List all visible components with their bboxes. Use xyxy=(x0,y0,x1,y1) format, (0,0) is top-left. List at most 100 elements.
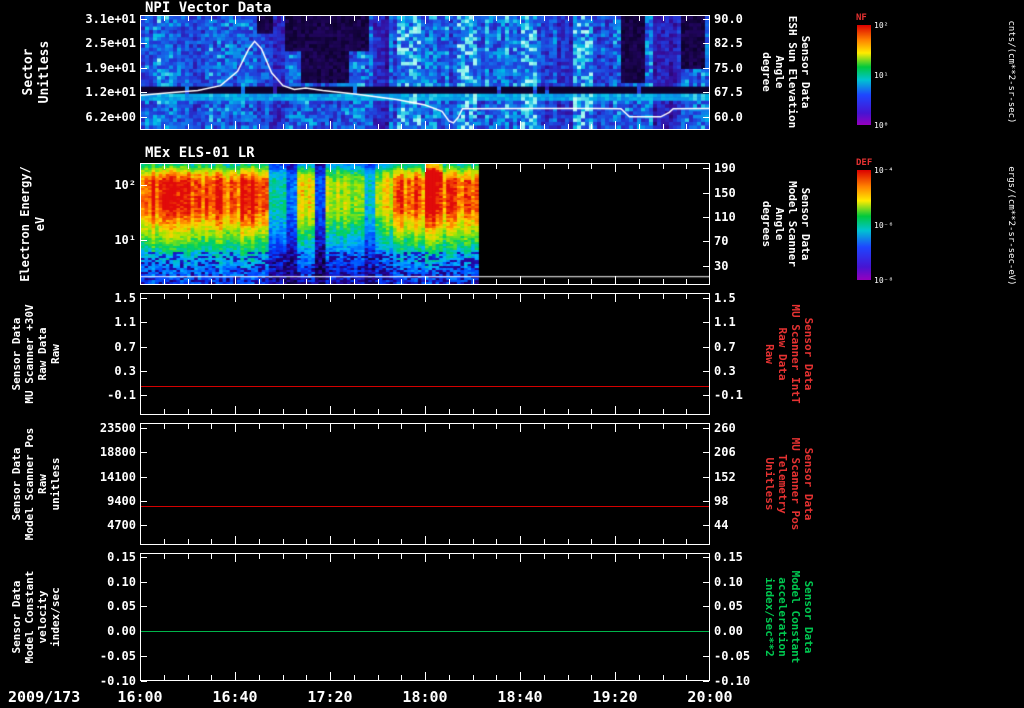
x-tick-mark xyxy=(283,279,284,284)
plot-area-scanner-pos xyxy=(140,423,710,545)
x-tick-mark xyxy=(615,424,616,432)
x-tick-mark xyxy=(615,276,616,284)
x-tick-mark xyxy=(378,164,379,169)
x-tick-mark xyxy=(496,294,497,299)
x-tick-mark xyxy=(188,409,189,414)
y-tick-mark xyxy=(703,117,709,118)
y-tick-label: 75.0 xyxy=(714,61,743,75)
x-tick-mark xyxy=(425,294,426,302)
x-tick-mark xyxy=(188,675,189,680)
x-tick-mark xyxy=(639,164,640,169)
y-tick-label: 10¹ xyxy=(114,233,136,247)
x-tick-mark xyxy=(686,424,687,429)
y-tick-mark xyxy=(703,452,709,453)
data-line xyxy=(141,386,709,387)
colorbar-tick-label: 10⁻⁸ xyxy=(874,276,894,285)
x-tick-mark xyxy=(164,164,165,169)
x-tick-mark xyxy=(639,294,640,299)
x-tick-mark xyxy=(306,16,307,21)
colorbar-tick-label: 10² xyxy=(874,21,889,30)
colorbar-title-def: DEF xyxy=(856,158,873,168)
x-tick-mark xyxy=(306,409,307,414)
y-tick-label: 3.1e+01 xyxy=(85,12,136,26)
panel-title-els: MEx ELS-01 LR xyxy=(145,145,255,161)
y-tick-label: 0.7 xyxy=(114,340,136,354)
y-tick-mark xyxy=(703,501,709,502)
x-tick-mark xyxy=(449,409,450,414)
x-tick-mark xyxy=(306,294,307,299)
x-tick-mark xyxy=(211,294,212,299)
y-tick-mark xyxy=(703,68,709,69)
x-tick-mark xyxy=(449,124,450,129)
x-tick-mark xyxy=(235,164,236,172)
x-tick-mark xyxy=(378,294,379,299)
x-tick-mark xyxy=(544,675,545,680)
y-tick-label: -0.05 xyxy=(99,649,136,663)
x-tick-mark xyxy=(544,294,545,299)
x-tick-mark xyxy=(330,554,331,562)
x-tick-mark xyxy=(188,554,189,559)
plot-area-mu-scanner-30v xyxy=(140,293,710,415)
y-tick-label: 0.7 xyxy=(714,340,736,354)
x-tick-mark xyxy=(496,424,497,429)
x-tick-mark xyxy=(591,424,592,429)
y-tick-mark xyxy=(141,477,147,478)
x-tick-mark xyxy=(568,539,569,544)
x-tick-mark xyxy=(449,675,450,680)
x-tick-mark xyxy=(425,276,426,284)
x-tick-mark xyxy=(164,124,165,129)
y-tick-mark xyxy=(703,217,709,218)
y-tick-label: 150 xyxy=(714,186,736,200)
x-tick-mark xyxy=(330,164,331,172)
y-tick-mark xyxy=(703,266,709,267)
y-tick-mark xyxy=(141,371,147,372)
y-tick-mark xyxy=(703,656,709,657)
x-tick-mark xyxy=(544,409,545,414)
els-spectrogram-canvas xyxy=(141,164,709,284)
y-tick-mark xyxy=(141,92,147,93)
x-tick-mark xyxy=(591,554,592,559)
x-tick-mark xyxy=(520,424,521,432)
y-tick-label: 1.1 xyxy=(714,315,736,329)
x-tick-mark xyxy=(164,539,165,544)
x-tick-mark xyxy=(211,554,212,559)
x-tick-mark xyxy=(615,536,616,544)
y-tick-mark xyxy=(141,347,147,348)
y-tick-label: 1.1 xyxy=(114,315,136,329)
x-tick-mark xyxy=(591,675,592,680)
y-tick-label: 2.5e+01 xyxy=(85,36,136,50)
y-tick-mark xyxy=(703,347,709,348)
x-tick-mark xyxy=(449,279,450,284)
x-tick-mark xyxy=(520,121,521,129)
x-tick-mark xyxy=(283,424,284,429)
x-tick-mark xyxy=(686,675,687,680)
x-tick-mark xyxy=(568,675,569,680)
x-tick-mark xyxy=(663,539,664,544)
x-tick-mark xyxy=(591,279,592,284)
figure-root: NPI Vector Data MEx ELS-01 LR Sector Uni… xyxy=(0,0,1024,708)
x-tick-mark xyxy=(496,539,497,544)
x-tick-mark xyxy=(283,409,284,414)
x-tick-mark xyxy=(520,406,521,414)
x-tick-mark xyxy=(283,675,284,680)
x-tick-mark xyxy=(378,539,379,544)
x-tick-mark xyxy=(164,16,165,21)
colorbar-title-nf: NF xyxy=(856,13,867,23)
x-tick-mark xyxy=(686,124,687,129)
x-tick-mark xyxy=(378,554,379,559)
x-tick-mark xyxy=(473,539,474,544)
x-tick-mark xyxy=(473,294,474,299)
x-tick-mark xyxy=(235,16,236,24)
y-tick-mark xyxy=(141,322,147,323)
panel-title-npi: NPI Vector Data xyxy=(145,0,272,16)
x-tick-mark xyxy=(591,294,592,299)
y-axis-label-left-els: Electron Energy/ eV xyxy=(18,166,47,282)
x-tick-mark xyxy=(425,406,426,414)
x-tick-mark xyxy=(354,124,355,129)
y-tick-label: 4700 xyxy=(107,518,136,532)
x-tick-mark xyxy=(663,279,664,284)
x-tick-mark xyxy=(520,164,521,172)
y-tick-label: 60.0 xyxy=(714,110,743,124)
x-tick-mark xyxy=(496,554,497,559)
y-tick-mark xyxy=(703,557,709,558)
